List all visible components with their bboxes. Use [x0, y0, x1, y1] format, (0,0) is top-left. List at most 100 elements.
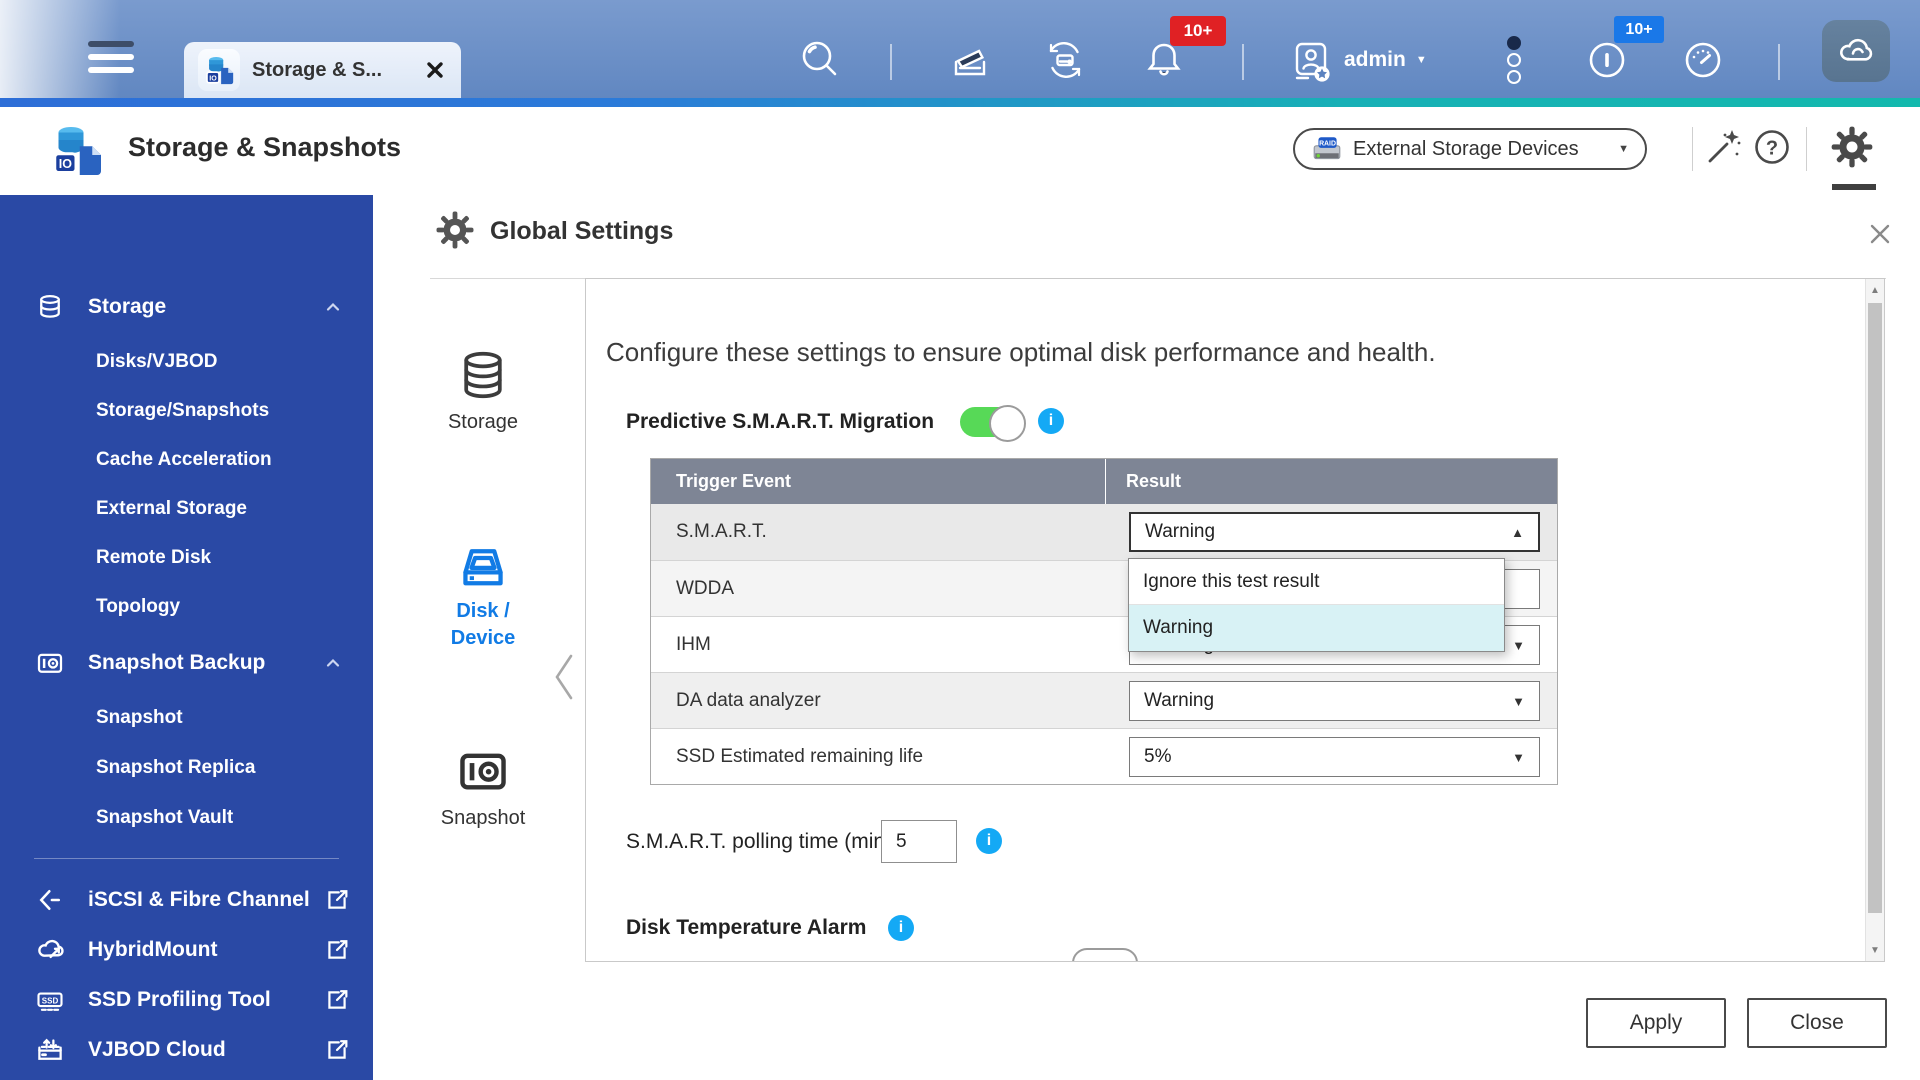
scrollbar-thumb[interactable] [1868, 303, 1882, 913]
tab-snapshot[interactable]: Snapshot [423, 743, 543, 830]
main-menu-icon[interactable] [88, 41, 136, 75]
sidebar-item-hybridmount[interactable]: HybridMount [0, 925, 373, 975]
topbar-divider [1242, 44, 1244, 80]
temperature-toggle-clipped[interactable] [1072, 948, 1140, 962]
user-avatar-icon [1288, 37, 1334, 83]
storage-snapshots-app-icon: IO [198, 49, 240, 91]
settings-gear-icon[interactable] [1830, 119, 1874, 175]
gear-icon [435, 210, 475, 250]
sidebar-item-remote-disk[interactable]: Remote Disk [0, 533, 373, 582]
ssd-life-select[interactable]: 5% ▼ [1129, 737, 1540, 777]
external-storage-devices-dropdown[interactable]: RAID External Storage Devices ▼ [1293, 128, 1647, 170]
topbar-divider [890, 44, 892, 80]
column-header-trigger-event: Trigger Event [651, 459, 1106, 504]
sidebar-item-snapshot-backup[interactable]: Snapshot Backup [0, 638, 373, 688]
sidebar-item-snapshot-replica[interactable]: Snapshot Replica [0, 743, 373, 792]
tab-label: Storage [423, 411, 543, 434]
scroll-down-arrow[interactable]: ▼ [1866, 939, 1884, 961]
dashboard-icon[interactable] [1678, 36, 1728, 84]
sidebar-item-cache-acceleration[interactable]: Cache Acceleration [0, 435, 373, 484]
chevron-down-icon: ▼ [1512, 694, 1525, 709]
sidebar-item-ssd-profiling-tool[interactable]: SSD SSD Profiling Tool [0, 975, 373, 1025]
more-options-icon[interactable] [1506, 36, 1522, 84]
tab-storage[interactable]: Storage [423, 347, 543, 434]
tab-disk-device[interactable]: Disk / Device [423, 540, 543, 652]
sync-backup-icon[interactable] [1040, 36, 1090, 84]
snapshot-tab-icon [455, 743, 511, 799]
sidebar-item-snapshot-vault[interactable]: Snapshot Vault [0, 793, 373, 842]
magic-wand-icon[interactable] [1702, 119, 1746, 175]
header-divider [1692, 127, 1693, 171]
table-row-ssd-life: SSD Estimated remaining life 5% ▼ [651, 728, 1557, 784]
da-result-select[interactable]: Warning ▼ [1129, 681, 1540, 721]
trigger-event-label: SSD Estimated remaining life [651, 746, 923, 768]
settings-scroll-area: Configure these settings to ensure optim… [585, 278, 1885, 962]
tab-label: Device [423, 625, 543, 652]
dialog-close-icon[interactable] [1865, 219, 1897, 251]
external-link-icon [323, 986, 351, 1014]
search-icon[interactable] [795, 36, 845, 84]
disk-device-tab-icon [456, 540, 510, 594]
sidebar-nav: Overview Storage Disks/VJBOD Storage/Sna… [0, 195, 373, 1080]
help-icon[interactable]: ? [1750, 119, 1794, 175]
info-icon[interactable] [888, 915, 914, 941]
dropdown-option-ignore[interactable]: Ignore this test result [1129, 559, 1504, 605]
polling-time-input[interactable] [881, 820, 957, 863]
device-selector-label: External Storage Devices [1353, 138, 1579, 161]
svg-text:IO: IO [209, 74, 217, 82]
myqnapcloud-icon[interactable] [1822, 20, 1890, 82]
tab-label: Disk / [423, 598, 543, 625]
collapse-panel-chevron-icon[interactable] [550, 651, 578, 703]
svg-text:IO: IO [59, 157, 72, 171]
column-header-result: Result [1106, 459, 1557, 504]
app-tab-title: Storage & S... [252, 59, 382, 82]
chevron-up-icon[interactable] [321, 651, 345, 675]
apply-button[interactable]: Apply [1586, 998, 1726, 1048]
select-value: Warning [1145, 521, 1215, 543]
scroll-up-arrow[interactable]: ▲ [1866, 279, 1884, 301]
settings-active-underline [1832, 184, 1876, 190]
user-menu[interactable]: admin ▼ [1288, 36, 1427, 84]
trigger-event-label: S.M.A.R.T. [651, 521, 767, 543]
info-icon[interactable] [1038, 408, 1064, 434]
qnap-desktop: IO Storage & S... [0, 0, 1920, 1080]
chevron-down-icon: ▼ [1618, 143, 1629, 155]
trigger-event-label: IHM [651, 634, 711, 656]
sidebar-item-external-storage[interactable]: External Storage [0, 484, 373, 533]
sidebar-item-disks-vjbod[interactable]: Disks/VJBOD [0, 337, 373, 386]
chevron-down-icon: ▼ [1512, 750, 1525, 765]
sidebar-divider [34, 858, 339, 859]
sidebar-item-snapshot[interactable]: Snapshot [0, 693, 373, 742]
sidebar-item-storage-snapshots[interactable]: Storage/Snapshots [0, 386, 373, 435]
dropdown-option-warning[interactable]: Warning [1129, 605, 1504, 651]
result-dropdown-menu: Ignore this test result Warning [1128, 558, 1505, 652]
page-title: Storage & Snapshots [128, 132, 401, 163]
vertical-scrollbar[interactable]: ▲ ▼ [1865, 279, 1884, 961]
close-button[interactable]: Close [1747, 998, 1887, 1048]
dialog-title: Global Settings [490, 217, 673, 246]
sidebar-item-vjbod-cloud[interactable]: VJBOD Cloud [0, 1025, 373, 1075]
top-bar: IO Storage & S... [0, 0, 1920, 98]
sidebar-item-iscsi-fibre-channel[interactable]: iSCSI & Fibre Channel [0, 875, 373, 925]
chevron-up-icon[interactable] [321, 295, 345, 319]
table-header-row: Trigger Event Result [651, 459, 1557, 504]
sidebar-item-topology[interactable]: Topology [0, 582, 373, 631]
topbar-divider [1778, 44, 1780, 80]
sidebar-item-storage[interactable]: Storage [0, 283, 373, 330]
app-tab-storage-snapshots[interactable]: IO Storage & S... [184, 42, 461, 98]
vjbod-cloud-icon [34, 1034, 66, 1066]
tab-label: Snapshot [423, 807, 543, 830]
system-info-icon[interactable] [1582, 36, 1632, 84]
hybridmount-cloud-icon [34, 934, 66, 966]
svg-text:SSD: SSD [42, 996, 59, 1005]
external-link-icon [323, 1036, 351, 1064]
chevron-down-icon: ▼ [1512, 638, 1525, 653]
notification-count-badge: 10+ [1170, 16, 1226, 46]
background-tasks-icon[interactable] [945, 36, 995, 84]
app-tab-close-icon[interactable] [423, 58, 447, 82]
smart-migration-toggle[interactable] [960, 407, 1024, 437]
external-link-icon [323, 936, 351, 964]
info-icon[interactable] [976, 828, 1002, 854]
smart-result-select[interactable]: Warning ▲ [1129, 512, 1540, 552]
user-name-label: admin [1344, 48, 1406, 72]
